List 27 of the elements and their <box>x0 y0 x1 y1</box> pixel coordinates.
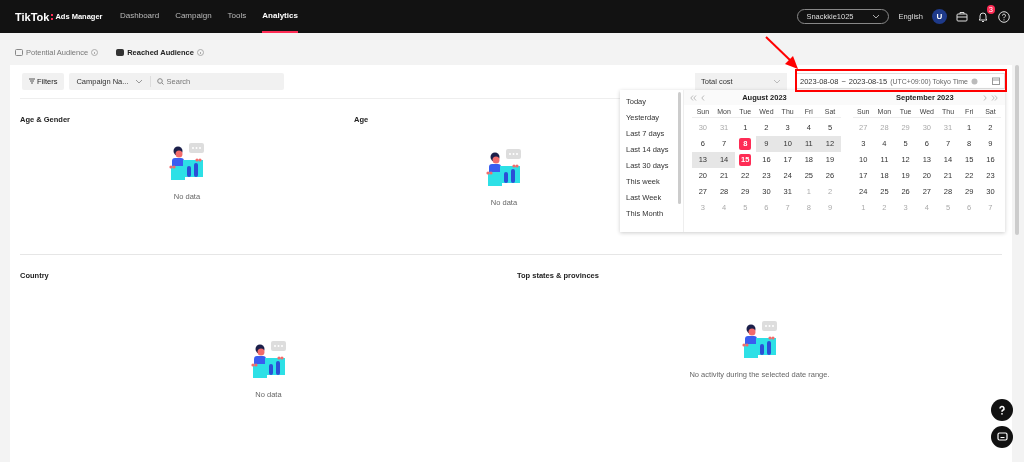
page-scrollbar[interactable] <box>1015 65 1019 235</box>
search-icon <box>156 77 164 85</box>
user-avatar[interactable]: U <box>932 9 947 24</box>
message-icon <box>996 432 1008 442</box>
help-icon[interactable] <box>998 10 1010 23</box>
nav-tab[interactable]: Dashboard <box>120 0 160 33</box>
nav-tab[interactable]: Tools <box>227 0 247 33</box>
logo-mark-icon <box>51 13 54 20</box>
chevron-down-icon <box>773 78 781 84</box>
annotation-arrow <box>765 36 799 70</box>
briefcase-icon[interactable] <box>956 11 968 22</box>
chevron-right-icon[interactable] <box>983 94 987 101</box>
logo-text: TikTok <box>15 10 50 23</box>
nav-tab[interactable]: Analytics <box>262 0 298 33</box>
double-chevron-right-icon[interactable] <box>991 94 998 101</box>
chevron-down-icon <box>134 78 143 84</box>
question-icon <box>997 405 1007 415</box>
calendar-icon <box>992 77 1000 85</box>
empty-state-drawing <box>484 148 524 188</box>
nav-tab[interactable]: Campaign <box>175 0 212 33</box>
scrollbar-thumb[interactable] <box>678 92 682 204</box>
double-chevron-left-icon[interactable] <box>690 94 698 101</box>
filter-icon <box>29 78 35 84</box>
chevron-down-icon <box>872 14 881 19</box>
chevron-left-icon[interactable] <box>701 94 706 101</box>
bell-icon[interactable] <box>977 10 989 23</box>
empty-state-drawing <box>167 142 207 182</box>
